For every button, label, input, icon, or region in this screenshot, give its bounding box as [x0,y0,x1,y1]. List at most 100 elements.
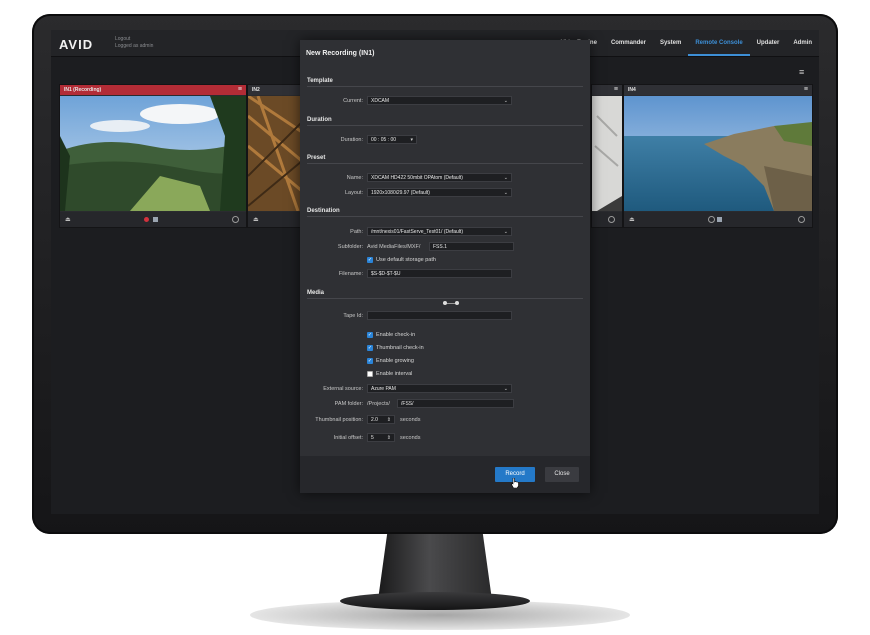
monitor-stand-neck [378,534,492,600]
channel-panel-in3: ≡ [591,84,623,228]
nav-admin[interactable]: Admin [786,30,819,56]
section-divider [307,216,583,217]
tape-id-label: Tape Id: [343,313,363,319]
channel-label: IN1 (Recording) [64,87,102,93]
section-media: Media [307,290,325,296]
settings-circle-icon[interactable] [608,216,615,223]
section-destination: Destination [307,208,340,214]
thumbnail-checkin-checkbox[interactable]: ✓ [367,345,373,351]
settings-circle-icon[interactable] [232,216,239,223]
external-source-label: External source: [323,386,363,392]
channel-preview-image [592,96,622,211]
channel-menu-icon[interactable]: ≡ [804,85,808,95]
section-preset: Preset [307,155,326,161]
stepper-arrows-icon[interactable]: ⇕ [387,434,391,441]
channel-preview-image [248,96,308,211]
path-select[interactable]: /mnt/nexis01/FastServe_Test01/ (Default)… [367,227,512,236]
duration-input[interactable]: 00 : 05 : 00 ▾ [367,135,417,144]
stop-icon[interactable] [717,217,722,222]
channel-header: ≡ [592,85,622,95]
settings-circle-icon[interactable] [708,216,715,223]
channel-controls: ⏏ [248,212,308,227]
channel-label: IN4 [628,87,636,93]
spinner-icon[interactable]: ▾ [410,136,413,143]
channel-preview-image [624,96,812,211]
settings-circle-icon[interactable] [798,216,805,223]
seconds-unit: seconds [400,435,421,441]
dialog-title: New Recording (IN1) [306,50,375,57]
chevron-down-icon: ⌄ [503,386,508,392]
section-divider [307,86,583,87]
eject-icon[interactable]: ⏏ [253,216,259,223]
login-info: Logout Logged as admin [115,36,153,50]
filename-label: Filename: [338,271,363,277]
subfolder-prefix: Avid MediaFiles/MXF/ [367,244,421,250]
initial-offset-stepper[interactable]: 5 ⇕ [367,433,395,442]
section-divider [307,298,583,299]
eject-icon[interactable]: ⏏ [629,216,635,223]
channel-header: IN1 (Recording) ≡ [60,85,246,95]
monitor-stand-base [340,592,530,610]
logged-as-text: Logged as admin [115,43,154,49]
nav-updater[interactable]: Updater [750,30,787,56]
enable-checkin-checkbox[interactable]: ✓ [367,332,373,338]
handle-knob [443,301,447,305]
nav-commander[interactable]: Commander [604,30,653,56]
pam-folder-input[interactable]: /FSS/ [397,399,514,408]
template-select[interactable]: XDCAM ⌄ [367,96,512,105]
record-indicator-icon[interactable] [144,217,149,222]
preset-name-select[interactable]: XDCAM HD422 50mbit OPAtom (Default) ⌄ [367,173,512,182]
dialog-footer: Record Close [300,456,590,493]
new-recording-dialog: New Recording (IN1) Template Current: XD… [300,40,590,493]
section-template: Template [307,78,333,84]
external-source-select[interactable]: Azure PAM ⌄ [367,384,512,393]
seconds-unit: seconds [400,417,421,423]
section-divider [307,163,583,164]
thumbnail-position-stepper[interactable]: 2.0 ⇕ [367,415,395,424]
channel-controls: ⏏ [60,212,246,227]
filename-input[interactable]: $S-$D-$T-$U [367,269,512,278]
duration-label: Duration: [340,137,363,143]
channel-preview-image [60,96,246,211]
channel-label: IN2 [252,87,260,93]
pam-folder-prefix: /Projects/ [367,401,390,407]
chevron-down-icon: ⌄ [503,175,508,181]
main-nav: VideoEngine Commander System Remote Cons… [554,30,819,56]
chevron-down-icon: ⌄ [503,229,508,235]
channel-header: IN2 [248,85,308,95]
channel-menu-icon[interactable]: ≡ [614,85,618,95]
thumbnail-checkin-label: Thumbnail check-in [376,345,424,351]
enable-checkin-label: Enable check-in [376,332,416,338]
section-divider [307,125,583,126]
enable-interval-label: Enable interval [376,371,413,377]
channel-menu-icon[interactable]: ≡ [238,85,242,95]
stepper-arrows-icon[interactable]: ⇕ [387,416,391,423]
close-button[interactable]: Close [545,467,579,482]
section-duration: Duration [307,117,332,123]
channel-controls [592,212,622,227]
nav-remote-console[interactable]: Remote Console [688,30,750,56]
panel-resize-handle[interactable] [443,301,459,305]
chevron-down-icon: ⌄ [503,190,508,196]
enable-growing-label: Enable growing [376,358,414,364]
chevron-down-icon: ⌄ [503,98,508,104]
pam-folder-label: PAM folder: [334,401,363,407]
eject-icon[interactable]: ⏏ [65,216,71,223]
thumbnail-position-label: Thumbnail position: [315,417,363,423]
tape-id-input[interactable] [367,311,512,320]
subfolder-label: Subfolder: [337,244,363,250]
preset-layout-select[interactable]: 1920x1080i29.97 (Default) ⌄ [367,188,512,197]
preset-layout-label: Layout: [344,190,363,196]
monitor-screen: AVID Logout Logged as admin VideoEngine … [51,30,819,514]
stop-icon[interactable] [153,217,158,222]
hamburger-menu-icon[interactable]: ≡ [799,68,809,77]
enable-growing-checkbox[interactable]: ✓ [367,358,373,364]
current-label: Current: [343,98,363,104]
logout-link[interactable]: Logout [115,36,153,43]
subfolder-input[interactable]: FSS.1 [429,242,514,251]
use-default-path-checkbox[interactable]: ✓ [367,257,373,263]
path-label: Path: [350,229,363,235]
enable-interval-checkbox[interactable] [367,371,373,377]
channel-controls: ⏏ [624,212,812,227]
nav-system[interactable]: System [653,30,688,56]
